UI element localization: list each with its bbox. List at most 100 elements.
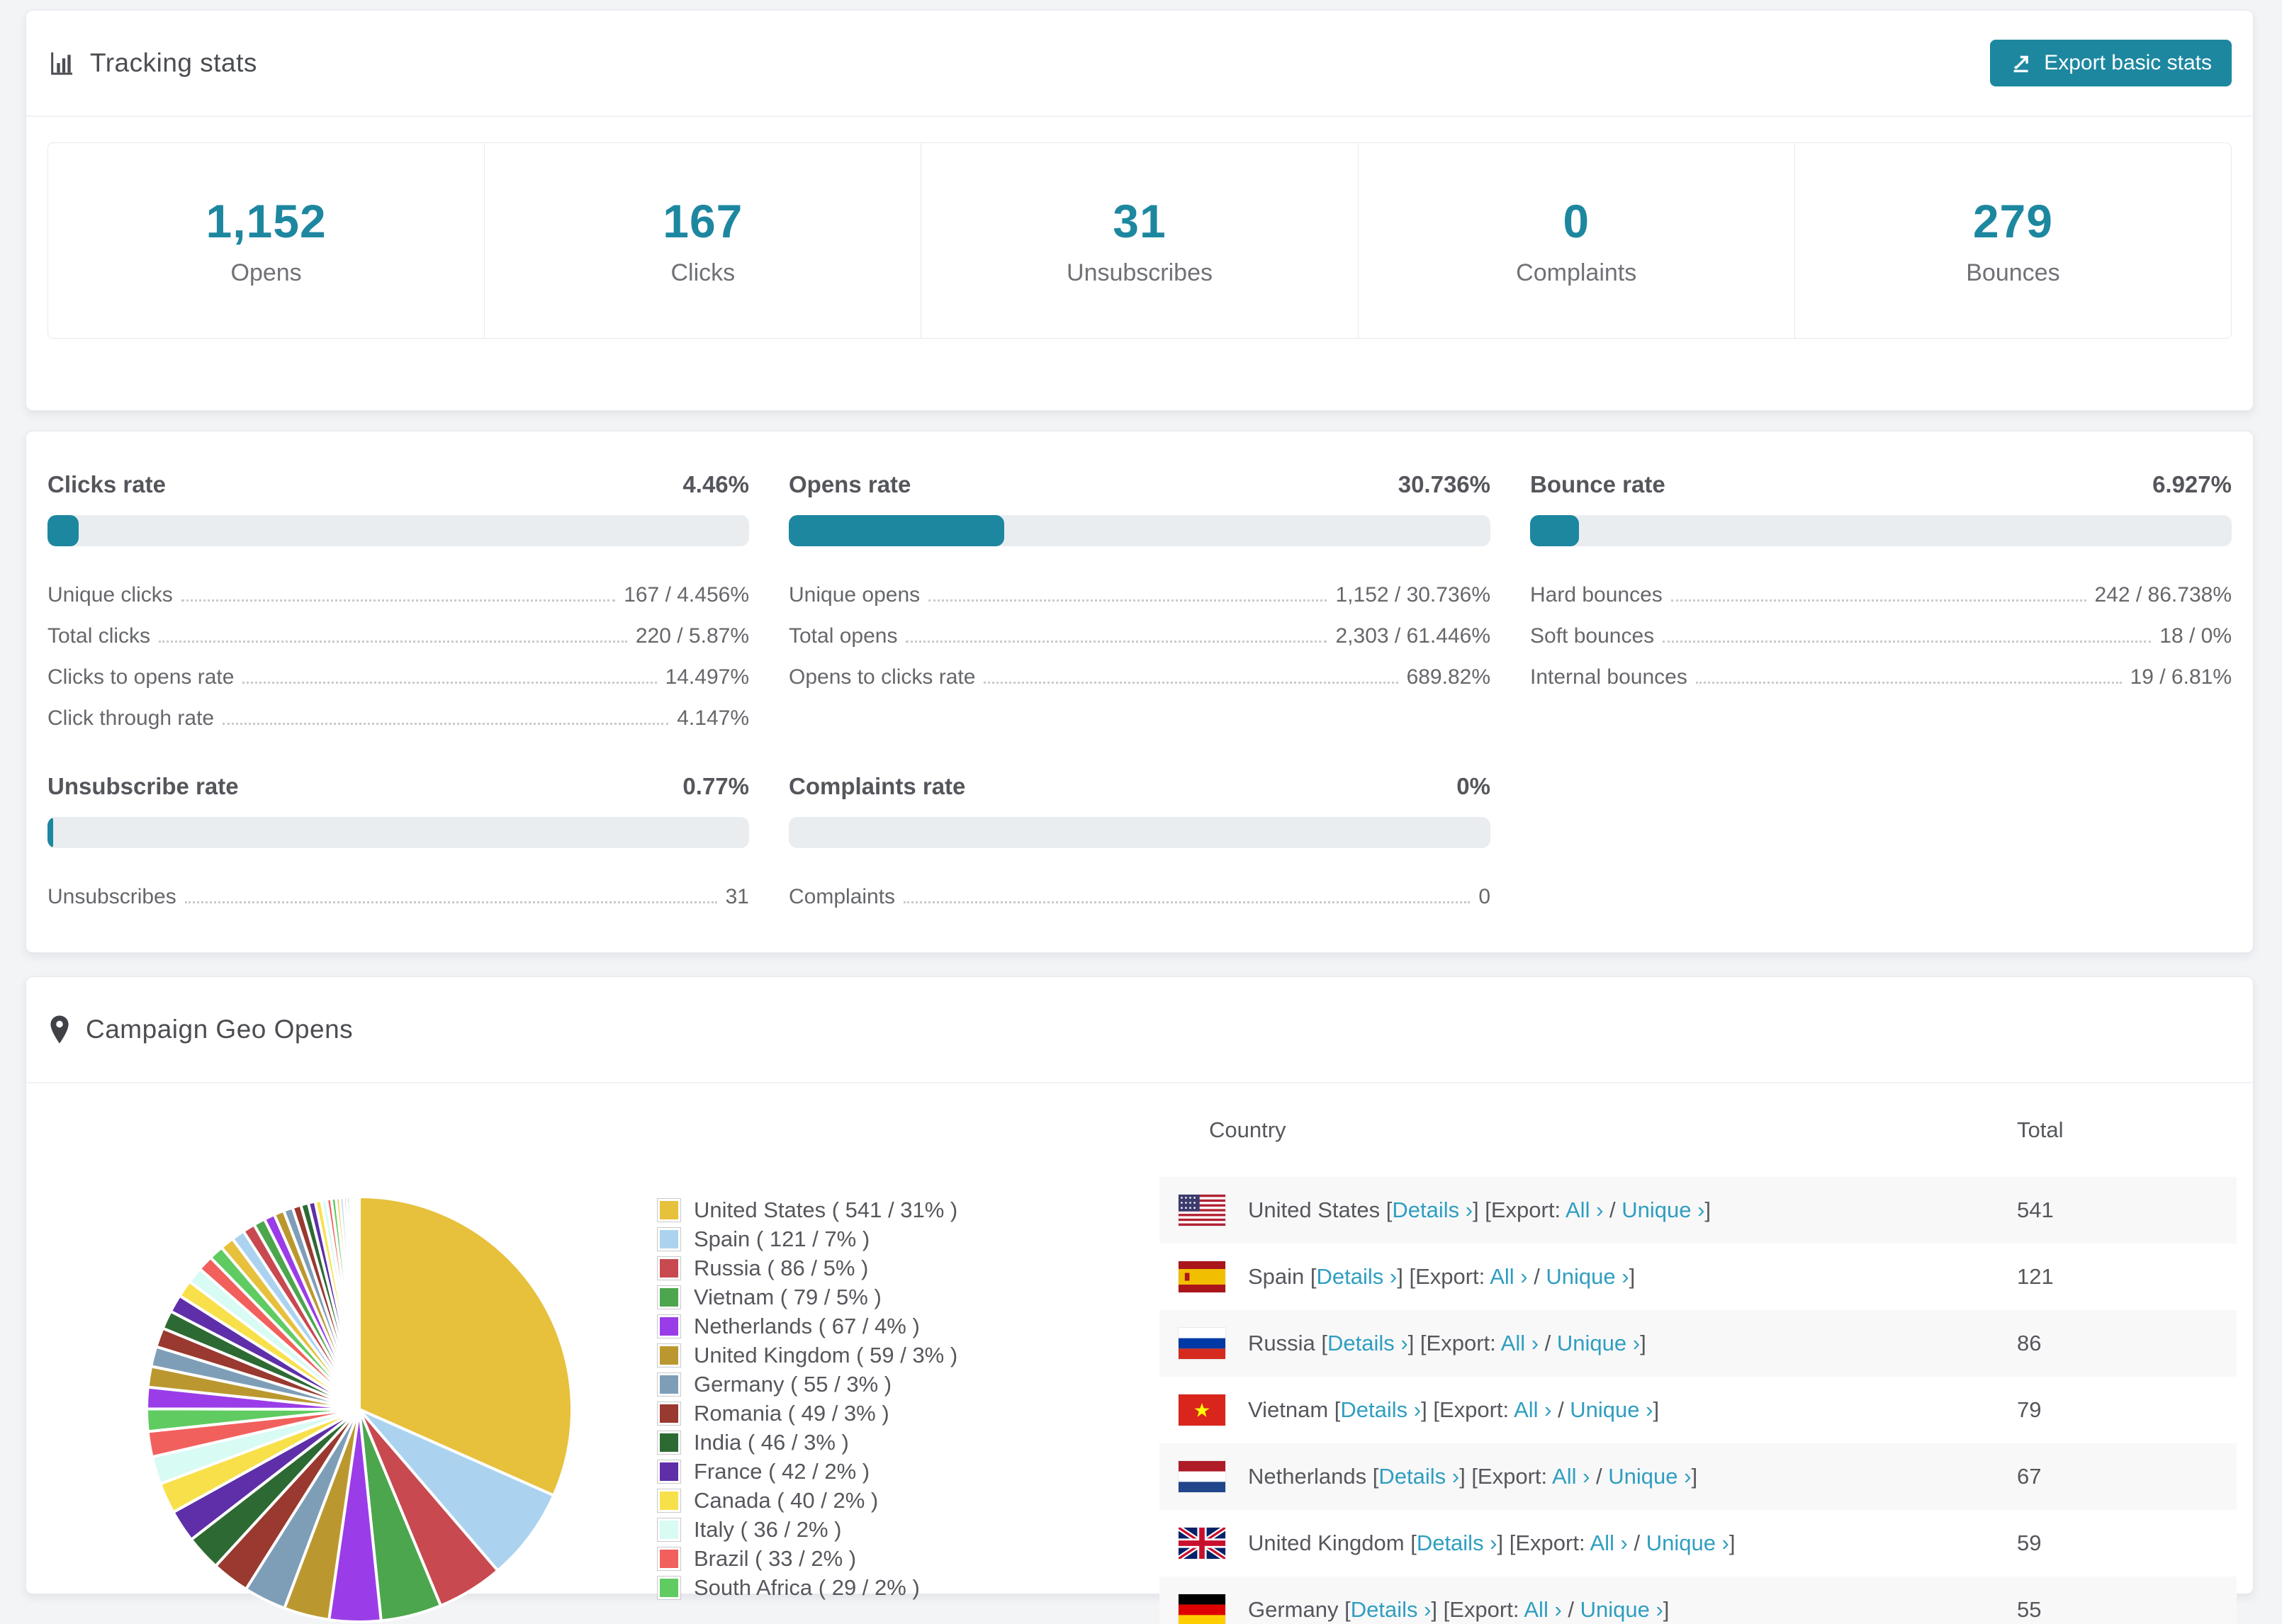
geo-pie-legend: United States ( 541 / 31% ) Spain ( 121 /… [657,1195,957,1602]
export-unique-link[interactable]: Unique › [1570,1397,1653,1422]
rate-head: Clicks rate 4.46% [47,471,749,498]
legend-item: United Kingdom ( 59 / 3% ) [657,1341,957,1370]
stat-value: 279 [1972,195,2053,247]
export-all-link[interactable]: All › [1590,1530,1627,1555]
rate-row: Complaints 0 [789,871,1490,912]
details-link[interactable]: Details › [1417,1530,1497,1555]
export-icon [2010,51,2034,75]
country-name: United Kingdom [1248,1530,1405,1555]
legend-swatch [657,1227,681,1251]
rates-card: Clicks rate 4.46% Unique clicks 167 / 4.456… [26,431,2254,953]
export-basic-stats-button[interactable]: Export basic stats [1990,40,2232,86]
rate-row-value: 14.497% [665,665,749,689]
rate-progress-fill [47,515,79,546]
country-name: Vietnam [1248,1397,1329,1422]
stat-box-bounces: 279 Bounces [1794,143,2231,338]
rate-row-label: Internal bounces [1530,665,1687,689]
geo-table-header-row: Country Total [1159,1083,2237,1177]
stat-box-unsubscribes: 31 Unsubscribes [921,143,1357,338]
export-unique-link[interactable]: Unique › [1621,1197,1704,1222]
rates-grid: Clicks rate 4.46% Unique clicks 167 / 4.456… [26,432,2253,912]
rate-row-label: Opens to clicks rate [789,665,976,689]
rate-progress-bar [47,515,749,546]
rate-row-label: Total clicks [47,624,151,648]
country-cell: Germany [Details ›] [Export: All › / Uni… [1248,1597,1670,1622]
export-unique-link[interactable]: Unique › [1546,1264,1629,1289]
ru-flag-icon [1159,1310,1248,1377]
rate-row-value: 1,152 / 30.736% [1335,583,1490,607]
rate-row-value: 0 [1478,885,1490,908]
rate-row-label: Soft bounces [1530,624,1655,648]
geo-opens-title: Campaign Geo Opens [86,1015,354,1044]
stat-label: Unsubscribes [1067,259,1213,286]
legend-label: United States ( 541 / 31% ) [694,1197,958,1222]
country-total: 59 [2017,1530,2042,1555]
export-unique-link[interactable]: Unique › [1580,1597,1663,1622]
gb-flag-icon [1159,1510,1248,1577]
export-unique-link[interactable]: Unique › [1646,1530,1729,1555]
dotted-leader [1695,682,2122,684]
rate-block-unsubscribe-rate: Unsubscribe rate 0.77% Unsubscribes 31 [47,773,749,912]
export-all-link[interactable]: All › [1524,1597,1561,1622]
country-name: United States [1248,1197,1381,1222]
legend-swatch [657,1197,681,1222]
legend-item: Vietnam ( 79 / 5% ) [657,1282,957,1312]
rate-row: Unique opens 1,152 / 30.736% [789,569,1490,610]
legend-item: Germany ( 55 / 3% ) [657,1370,957,1399]
geo-table-row: Germany [Details ›] [Export: All › / Uni… [1159,1577,2237,1624]
stat-value: 31 [1113,195,1167,247]
rate-title: Clicks rate [47,471,166,497]
export-all-link[interactable]: All › [1501,1331,1539,1355]
stat-box-complaints: 0 Complaints [1357,143,1794,338]
export-unique-link[interactable]: Unique › [1557,1331,1640,1355]
country-cell: United States [Details ›] [Export: All ›… [1248,1197,1712,1222]
country-name: Netherlands [1248,1464,1367,1489]
details-link[interactable]: Details › [1392,1197,1473,1222]
legend-swatch [657,1517,681,1542]
rate-row-label: Click through rate [47,706,215,730]
rate-row: Internal bounces 19 / 6.81% [1530,651,2232,692]
geo-table-row: Netherlands [Details ›] [Export: All › /… [1159,1443,2237,1510]
legend-label: Spain ( 121 / 7% ) [694,1226,870,1251]
legend-item: Russia ( 86 / 5% ) [657,1253,957,1282]
stat-box-opens: 1,152 Opens [48,143,484,338]
country-total: 121 [2017,1264,2054,1289]
legend-swatch [657,1459,681,1484]
stat-label: Clicks [670,259,736,286]
export-unique-link[interactable]: Unique › [1608,1464,1691,1489]
export-all-link[interactable]: All › [1490,1264,1527,1289]
rate-rows: Complaints 0 [789,871,1490,912]
geo-table: Country Total United States [Details ›] … [1159,1083,2237,1624]
geo-opens-header: Campaign Geo Opens [26,977,2253,1083]
export-all-link[interactable]: All › [1566,1197,1603,1222]
geo-table-row: Russia [Details ›] [Export: All › / Uniq… [1159,1310,2237,1377]
details-link[interactable]: Details › [1327,1331,1408,1355]
country-name: Spain [1248,1264,1305,1289]
us-flag-icon [1159,1177,1248,1244]
dotted-leader [184,901,717,903]
rate-block-complaints-rate: Complaints rate 0% Complaints 0 [789,773,1490,912]
dotted-leader [242,682,657,684]
country-cell: United Kingdom [Details ›] [Export: All … [1248,1530,1736,1555]
rate-title: Opens rate [789,471,911,497]
legend-swatch [657,1343,681,1368]
details-link[interactable]: Details › [1340,1397,1421,1422]
details-link[interactable]: Details › [1378,1464,1459,1489]
stat-label: Bounces [1966,259,2060,286]
rate-row: Total clicks 220 / 5.87% [47,610,749,651]
rate-row-label: Unique clicks [47,583,173,607]
export-all-link[interactable]: All › [1514,1397,1551,1422]
rate-percent: 4.46% [682,471,749,497]
export-all-link[interactable]: All › [1552,1464,1590,1489]
details-link[interactable]: Details › [1317,1264,1398,1289]
rate-row-value: 689.82% [1406,665,1490,689]
rate-row-label: Total opens [789,624,898,648]
dotted-leader [1670,599,2086,602]
geo-table-header-total: Total [2017,1117,2064,1142]
details-link[interactable]: Details › [1351,1597,1432,1622]
rate-progress-bar [1530,515,2232,546]
legend-swatch [657,1575,681,1600]
legend-item: Spain ( 121 / 7% ) [657,1224,957,1253]
rate-row: Unsubscribes 31 [47,871,749,912]
dotted-leader [159,641,627,643]
